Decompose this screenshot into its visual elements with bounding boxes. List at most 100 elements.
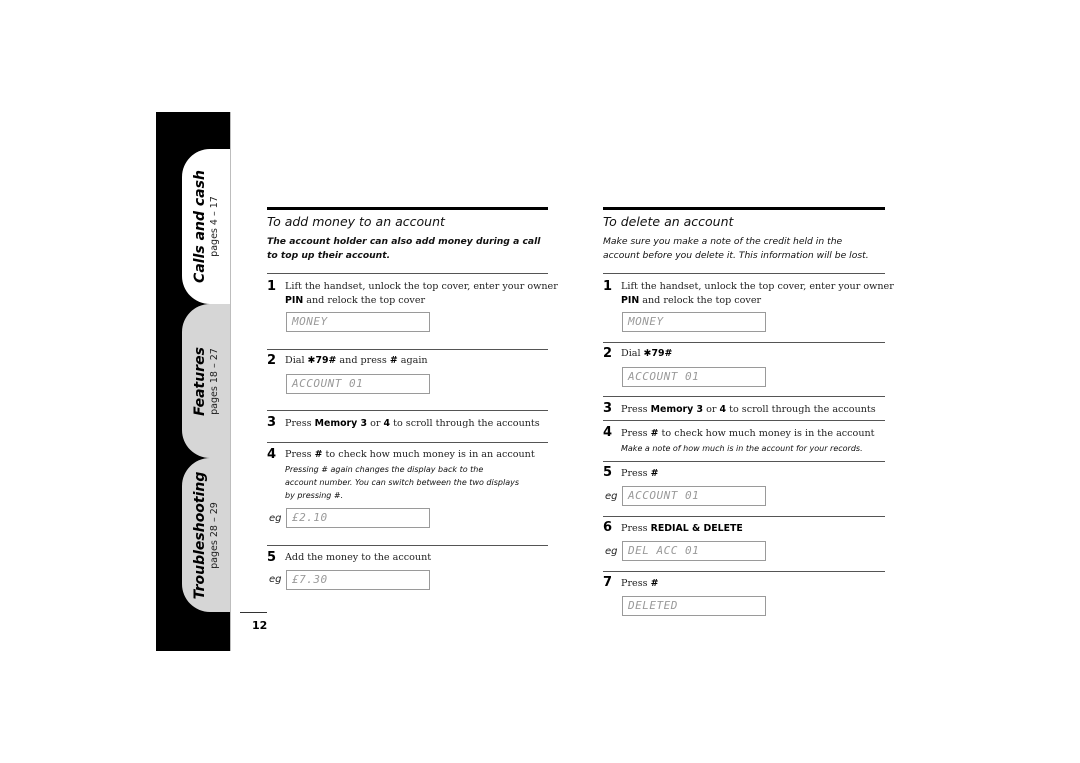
step-text-part: to check how much money is in the accoun… <box>658 428 875 439</box>
step-number: 2 <box>267 353 277 368</box>
step-text-part: or <box>367 418 384 429</box>
step-text: Dial ✱79# and press # again <box>285 354 548 368</box>
key-label: # <box>389 355 398 366</box>
step-text-part: Dial <box>285 355 308 366</box>
step-text-part: to scroll through the accounts <box>726 404 876 415</box>
tab-pages: pages 4 – 17 <box>209 196 220 257</box>
example-label: eg <box>605 546 618 557</box>
note-line: by pressing #. <box>285 491 344 500</box>
step-number: 3 <box>603 401 613 416</box>
step-number: 6 <box>603 520 613 535</box>
example-label: eg <box>605 491 618 502</box>
key-label: PIN <box>285 295 304 306</box>
step-text-part: to check how much money is in an account <box>322 449 535 460</box>
step-text-part: Press <box>621 468 651 479</box>
step-divider <box>603 342 885 343</box>
note-line: account number. You can switch between t… <box>285 478 519 487</box>
tab-pages: pages 28 – 29 <box>208 502 220 569</box>
section-top-rule <box>603 207 885 210</box>
step-number: 4 <box>267 447 277 462</box>
key-label: ✱79# <box>643 348 673 359</box>
key-label: # <box>650 468 659 479</box>
step-text: Press # to check how much money is in th… <box>621 427 885 441</box>
step-number: 1 <box>267 279 277 294</box>
step-text-part: and relock the top cover <box>303 295 426 306</box>
step-text-part: again <box>397 355 428 366</box>
key-label: REDIAL & DELETE <box>650 523 743 534</box>
tab-calls-and-cash[interactable]: Calls and cash pages 4 – 17 <box>182 149 231 304</box>
step-divider <box>267 410 548 411</box>
step-divider <box>603 571 885 572</box>
page-number-rule <box>240 612 267 613</box>
lcd-display: ACCOUNT 01 <box>622 367 766 387</box>
key-label: ✱79# <box>307 355 337 366</box>
tab-features[interactable]: Features pages 18 – 27 <box>182 304 231 458</box>
step-text-part: and relock the top cover <box>639 295 762 306</box>
section-title: To delete an account <box>603 214 734 229</box>
lcd-display: MONEY <box>286 312 430 332</box>
step-text: Add the money to the account <box>285 552 432 563</box>
step-text-part: Press <box>285 418 315 429</box>
step-divider <box>267 349 548 350</box>
tab-troubleshooting[interactable]: Troubleshooting pages 28 – 29 <box>182 458 231 612</box>
step-text: Press # <box>621 577 885 591</box>
step-divider <box>603 420 885 421</box>
tab-pages: pages 18 – 27 <box>208 348 220 415</box>
sidebar-divider <box>230 112 231 651</box>
step-text-part: and press <box>336 355 390 366</box>
step-text-part: Press <box>285 449 315 460</box>
example-label: eg <box>269 513 282 524</box>
step-text-part: Press <box>621 523 651 534</box>
step-number: 7 <box>603 575 613 590</box>
step-divider <box>603 396 885 397</box>
step-divider <box>267 442 548 443</box>
step-note: Pressing # again changes the display bac… <box>285 463 548 502</box>
step-text-part: Lift the handset, unlock the top cover, … <box>285 281 558 292</box>
step-number: 3 <box>267 415 277 430</box>
step-divider <box>603 461 885 462</box>
key-label: PIN <box>621 295 640 306</box>
step-divider <box>603 516 885 517</box>
intro-line: Make sure you make a note of the credit … <box>603 236 843 247</box>
lcd-display: MONEY <box>622 312 766 332</box>
step-number: 5 <box>603 465 613 480</box>
step-divider <box>267 273 548 274</box>
step-text-part: Dial <box>621 348 644 359</box>
step-text-part: Press <box>621 428 651 439</box>
step-text: Press Memory 3 or 4 to scroll through th… <box>621 403 885 417</box>
step-text: Press # to check how much money is in an… <box>285 448 548 462</box>
lcd-display: DEL ACC 01 <box>622 541 766 561</box>
section-intro: The account holder can also add money du… <box>267 236 541 261</box>
step-text-part: Press <box>621 578 651 589</box>
step-text-part: Press <box>621 404 651 415</box>
section-sidebar: Calls and cash pages 4 – 17 Features pag… <box>156 112 231 651</box>
step-number: 5 <box>267 550 277 565</box>
tab-title: Calls and cash <box>192 170 208 283</box>
step-divider <box>603 273 885 274</box>
intro-line: account before you delete it. This infor… <box>603 250 869 261</box>
page-number: 12 <box>252 619 268 632</box>
key-label: # <box>650 578 659 589</box>
step-text: Lift the handset, unlock the top cover, … <box>621 280 894 308</box>
lcd-display: £2.10 <box>286 508 430 528</box>
section-title: To add money to an account <box>267 214 445 229</box>
example-label: eg <box>269 574 282 585</box>
step-text-part: Lift the handset, unlock the top cover, … <box>621 281 894 292</box>
step-text: Dial ✱79# <box>621 347 885 361</box>
lcd-display: ACCOUNT 01 <box>286 374 430 394</box>
lcd-display: ACCOUNT 01 <box>622 486 766 506</box>
step-number: 4 <box>603 425 613 440</box>
delete-account-section: To delete an account Make sure you make … <box>603 207 894 616</box>
step-text: Lift the handset, unlock the top cover, … <box>285 280 558 308</box>
tab-title: Features <box>191 347 208 416</box>
step-text: Press # <box>621 467 885 481</box>
step-number: 2 <box>603 346 613 361</box>
lcd-display: £7.30 <box>286 570 430 590</box>
step-text-part: or <box>703 404 720 415</box>
add-money-section: To add money to an account The account h… <box>267 207 558 590</box>
lcd-display: DELETED <box>622 596 766 616</box>
step-text: Press REDIAL & DELETE <box>621 522 885 536</box>
step-text-part: to scroll through the accounts <box>390 418 540 429</box>
step-number: 1 <box>603 279 613 294</box>
key-label: Memory 3 <box>650 404 704 415</box>
